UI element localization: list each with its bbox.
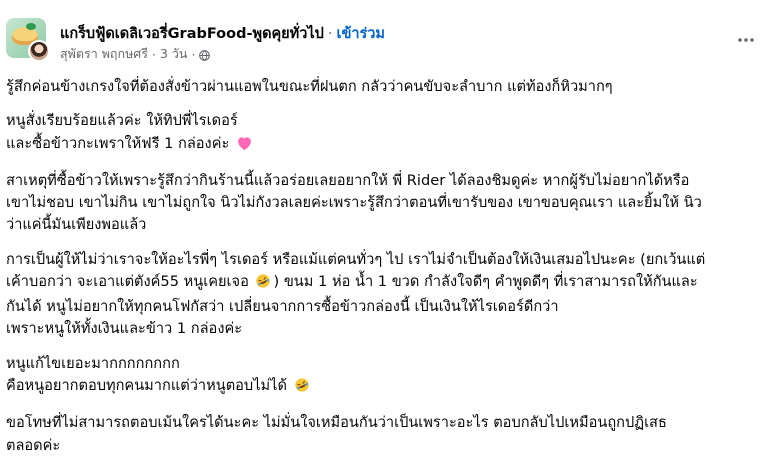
- post-text: ขอโทษที่ไม่สามารถตอบเม้นใครได้นะคะ ไม่มั…: [6, 414, 667, 432]
- post-text-line: เค้าบอกว่า จะเอาแต่ตังค์55 หนูเคยเจอ ) ข…: [6, 271, 766, 296]
- post-text-line: เขาไม่ชอบ เขาไม่กิน เขาไม่ถูกใจ นิวไม่กั…: [6, 192, 766, 214]
- group-title-line: แกร็บฟู้ดเดลิเวอรี่GrabFood-พูดคุยทั่วไป…: [60, 22, 385, 45]
- more-options-icon[interactable]: [732, 26, 760, 54]
- rolling-laughing-emoji: [294, 377, 310, 400]
- group-post-card: แกร็บฟู้ดเดลิเวอรี่GrabFood-พูดคุยทั่วไป…: [0, 0, 773, 454]
- post-text: สาเหตุที่ซื้อข้าวให้เพราะรู้สึกว่ากินร้า…: [6, 171, 690, 189]
- post-text: รู้สึกค่อนข้างเกรงใจที่ต้องสั่งข้าวผ่านแ…: [6, 78, 613, 95]
- post-text-line: หนูสั่งเรียบร้อยแล้วค่ะ ให้ทิปพี่ไรเดอร์: [6, 110, 766, 132]
- separator-dot: ·: [191, 46, 196, 62]
- post-text-line: การเป็นผู้ให้ไม่ว่าเราจะให้อะไรพี่ๆ ไรเด…: [6, 249, 766, 271]
- leaf-icon: [26, 23, 36, 30]
- post-text: การเป็นผู้ให้ไม่ว่าเราจะให้อะไรพี่ๆ ไรเด…: [6, 250, 706, 268]
- rolling-laughing-emoji: [255, 273, 271, 296]
- post-text-line: กันได้ หนูไม่อยากให้ทุกคนโฟกัสว่า เปลี่ย…: [6, 296, 766, 318]
- post-text: เพราะหนูให้ทั้งเงินและข้าว 1 กล่องค่ะ: [6, 320, 243, 338]
- post-text: และซื้อข้าวกะเพราให้ฟรี 1 กล่องค่ะ: [6, 134, 230, 152]
- post-paragraph: หนูแก้ไขเยอะมากกกกกกกกคือหนูอยากตอบทุกคน…: [6, 353, 766, 400]
- author-avatar[interactable]: [28, 40, 50, 62]
- join-group-link[interactable]: เข้าร่วม: [336, 26, 385, 42]
- post-text: หนูสั่งเรียบร้อยแล้วค่ะ ให้ทิปพี่ไรเดอร์: [6, 112, 238, 130]
- post-text-line: รู้สึกค่อนข้างเกรงใจที่ต้องสั่งข้าวผ่านแ…: [6, 76, 766, 98]
- author-name-link[interactable]: สุพัตรา พฤกษศรี: [60, 44, 148, 64]
- group-name-link[interactable]: แกร็บฟู้ดเดลิเวอรี่GrabFood-พูดคุยทั่วไป: [60, 26, 324, 42]
- separator-dot: ·: [151, 46, 156, 62]
- post-body: รู้สึกค่อนข้างเกรงใจที่ต้องสั่งข้าวผ่านแ…: [6, 76, 766, 469]
- separator-dot: ·: [327, 26, 333, 42]
- post-paragraph: สาเหตุที่ซื้อข้าวให้เพราะรู้สึกว่ากินร้า…: [6, 170, 766, 237]
- post-text: คือหนูอยากตอบทุกคนมากแต่ว่าหนูตอบไม่ได้: [6, 376, 292, 394]
- pink-heart-emoji: [236, 135, 253, 158]
- post-text: ว่าแค่นี้มันเพียงพอแล้ว: [6, 216, 147, 234]
- post-text-line: สาเหตุที่ซื้อข้าวให้เพราะรู้สึกว่ากินร้า…: [6, 170, 766, 192]
- post-text-line: ตลอดค่ะ: [6, 435, 766, 457]
- post-text: หนูแก้ไขเยอะมากกกกกกกก: [6, 354, 180, 372]
- post-text-line: ว่าแค่นี้มันเพียงพอแล้ว: [6, 214, 766, 236]
- post-text: เขาไม่ชอบ เขาไม่กิน เขาไม่ถูกใจ นิวไม่กั…: [6, 194, 702, 212]
- post-paragraph: การเป็นผู้ให้ไม่ว่าเราจะให้อะไรพี่ๆ ไรเด…: [6, 249, 766, 341]
- post-text: ตลอดค่ะ: [6, 436, 61, 454]
- post-text: กันได้ หนูไม่อยากให้ทุกคนโฟกัสว่า เปลี่ย…: [6, 298, 559, 316]
- post-text-line: เพราะหนูให้ทั้งเงินและข้าว 1 กล่องค่ะ: [6, 318, 766, 340]
- post-paragraph: ขอโทษที่ไม่สามารถตอบเม้นใครได้นะคะ ไม่มั…: [6, 412, 766, 456]
- post-header: แกร็บฟู้ดเดลิเวอรี่GrabFood-พูดคุยทั่วไป…: [6, 16, 766, 64]
- post-text: เค้าบอกว่า จะเอาแต่ตังค์55 หนูเคยเจอ: [6, 272, 254, 290]
- post-time-link[interactable]: 3 วัน: [160, 44, 188, 64]
- post-paragraph: รู้สึกค่อนข้างเกรงใจที่ต้องสั่งข้าวผ่านแ…: [6, 76, 766, 98]
- post-text-line: และซื้อข้าวกะเพราให้ฟรี 1 กล่องค่ะ: [6, 133, 766, 158]
- post-text-line: หนูแก้ไขเยอะมากกกกกกกก: [6, 353, 766, 375]
- post-meta: สุพัตรา พฤกษศรี · 3 วัน ·: [60, 44, 211, 64]
- post-text-line: ขอโทษที่ไม่สามารถตอบเม้นใครได้นะคะ ไม่มั…: [6, 412, 766, 434]
- globe-icon[interactable]: [199, 49, 211, 61]
- post-text: ) ขนม 1 ห่อ น้ำ 1 ขวด กำลังใจดีๆ คำพูดดี…: [273, 272, 698, 290]
- post-paragraph: หนูสั่งเรียบร้อยแล้วค่ะ ให้ทิปพี่ไรเดอร์…: [6, 110, 766, 157]
- post-text-line: คือหนูอยากตอบทุกคนมากแต่ว่าหนูตอบไม่ได้: [6, 375, 766, 400]
